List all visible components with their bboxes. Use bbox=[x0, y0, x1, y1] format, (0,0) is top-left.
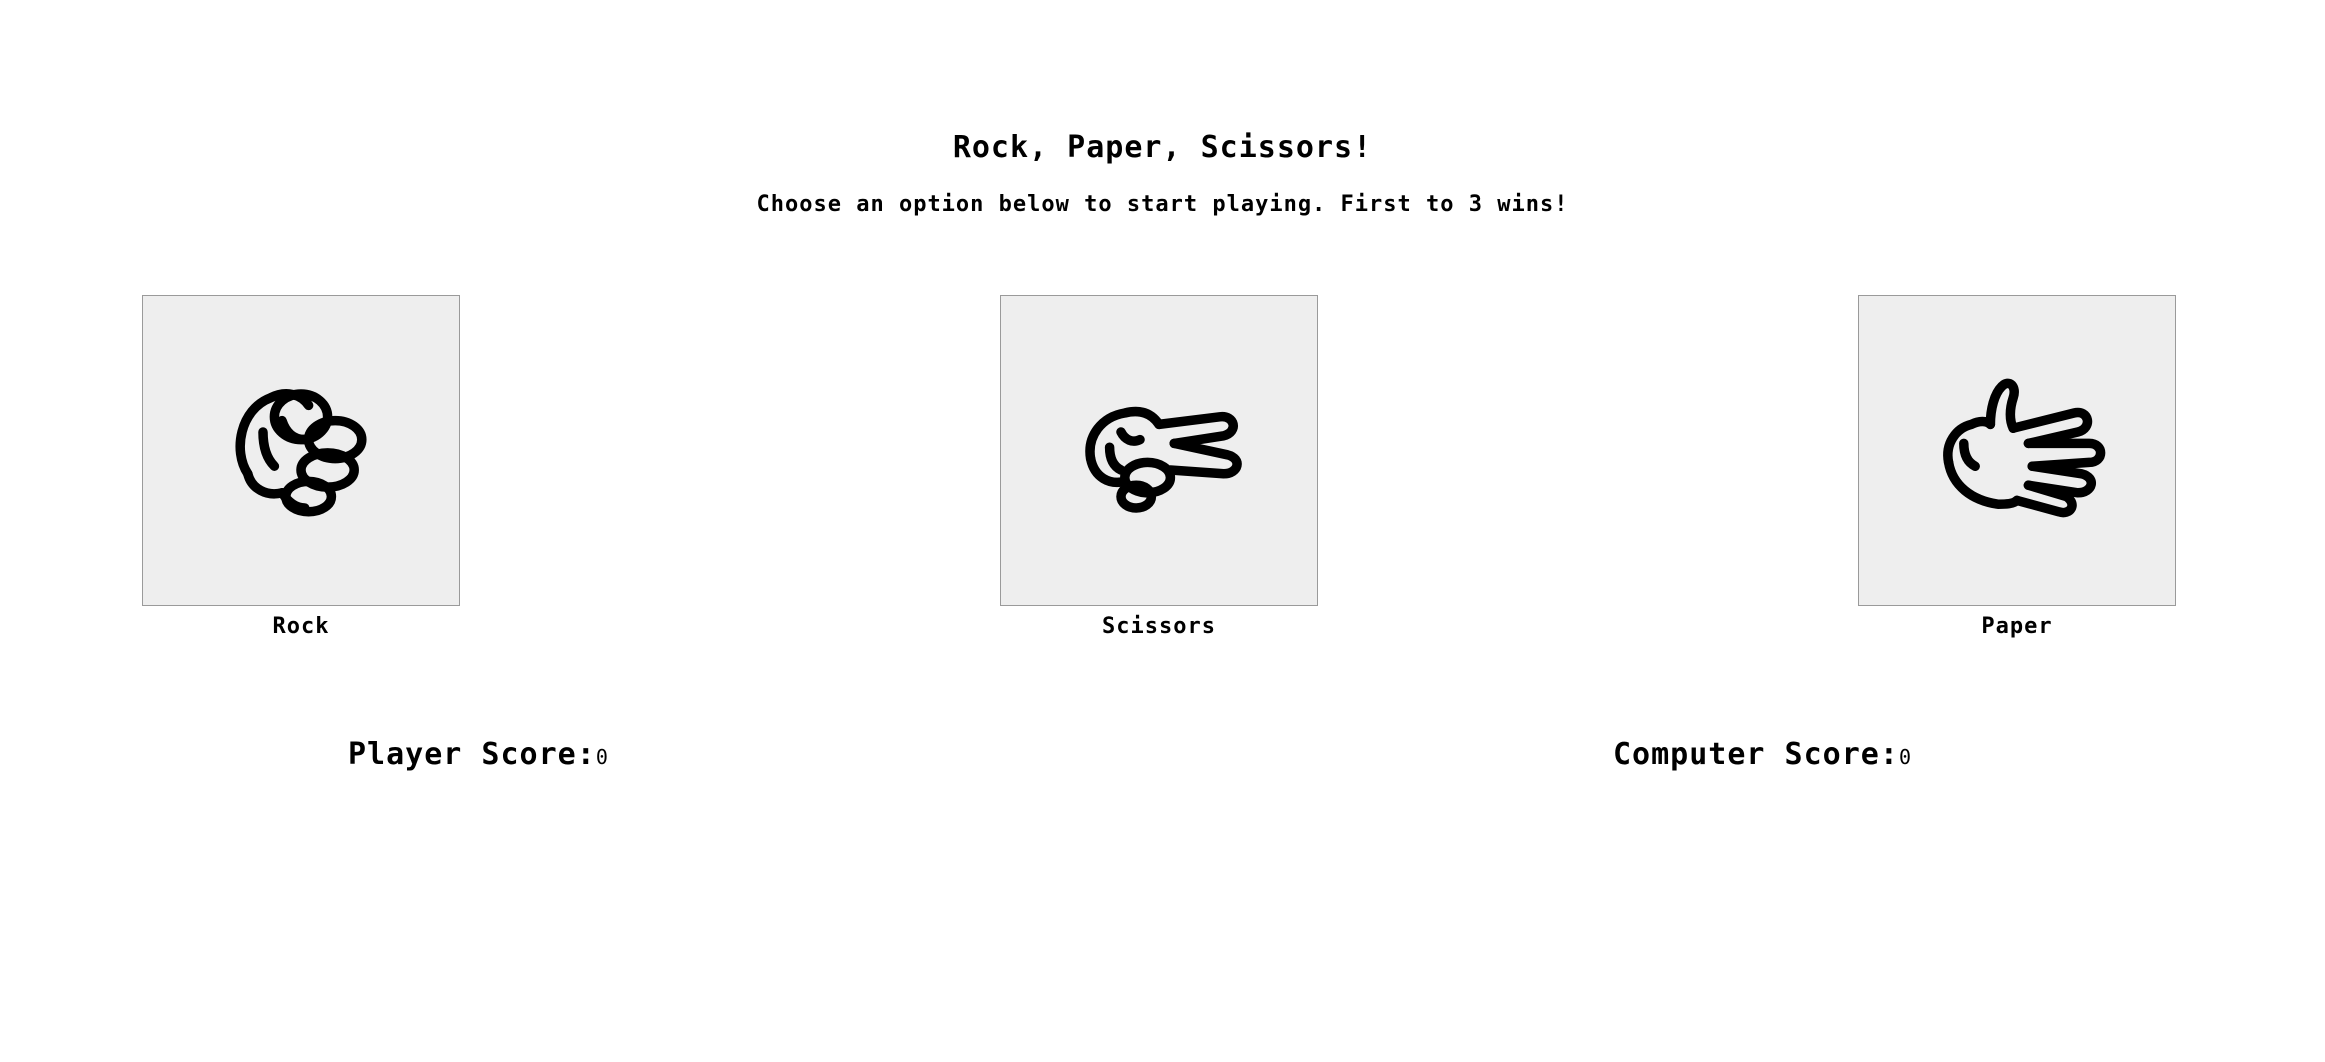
choice-paper: Paper bbox=[1858, 295, 2176, 639]
paper-button[interactable] bbox=[1858, 295, 2176, 606]
rock-button[interactable] bbox=[142, 295, 460, 606]
computer-score-label: Computer Score: bbox=[1613, 737, 1899, 772]
paper-hand-icon bbox=[1943, 378, 2106, 517]
page-title: Rock, Paper, Scissors! bbox=[952, 130, 1373, 165]
scissors-button[interactable] bbox=[1000, 295, 1318, 606]
page-subtitle: Choose an option below to start playing.… bbox=[756, 192, 1569, 217]
choice-scissors: Scissors bbox=[1000, 295, 1318, 639]
paper-label: Paper bbox=[1981, 614, 2053, 639]
computer-score-value: 0 bbox=[1898, 745, 1912, 769]
computer-score: Computer Score:0 bbox=[1613, 737, 1912, 772]
rock-hand-icon bbox=[235, 388, 367, 517]
scissors-hand-icon bbox=[1085, 406, 1242, 513]
player-score: Player Score:0 bbox=[348, 737, 609, 772]
scissors-label: Scissors bbox=[1102, 614, 1216, 639]
choice-rock: Rock bbox=[142, 295, 460, 639]
player-score-value: 0 bbox=[595, 745, 609, 769]
rock-label: Rock bbox=[272, 614, 330, 639]
player-score-label: Player Score: bbox=[348, 737, 596, 772]
